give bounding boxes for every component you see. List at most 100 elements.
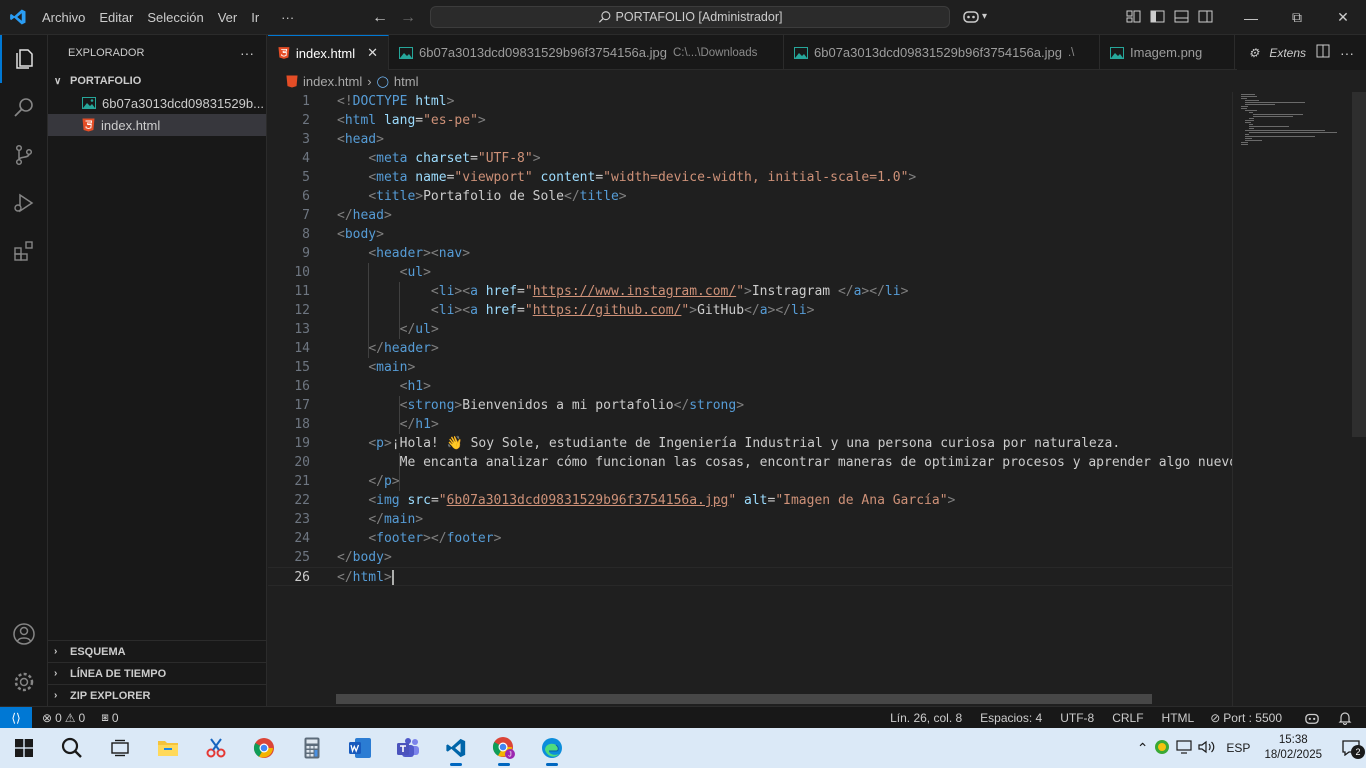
code-line[interactable]: 18 </h1> — [268, 415, 1232, 434]
restore-button[interactable]: ⧉ — [1274, 0, 1320, 35]
folder-portafolio[interactable]: ∨ PORTAFOLIO — [48, 70, 266, 92]
file-item-image[interactable]: 6b07a3013dcd09831529b... — [48, 92, 266, 114]
chrome-icon[interactable] — [240, 728, 288, 768]
tab-image-local[interactable]: 6b07a3013dcd09831529b96f3754156a.jpg .\ — [784, 35, 1100, 70]
toggle-secondary-sidebar-icon[interactable] — [1198, 9, 1213, 24]
section-esquema[interactable]: › ESQUEMA — [48, 640, 267, 662]
scrollbar-thumb[interactable] — [1352, 92, 1366, 437]
code-token[interactable]: 6b07a3013dcd09831529b96f3754156a.jpg — [447, 493, 729, 508]
more-actions-button[interactable]: ··· — [1340, 45, 1354, 61]
code-line[interactable]: 5 <meta name="viewport" content="width=d… — [268, 168, 1232, 187]
code-token[interactable]: https://github.com/ — [533, 303, 682, 318]
section-linea-de-tiempo[interactable]: › LÍNEA DE TIEMPO — [48, 662, 267, 684]
code-line[interactable]: 24 <footer></footer> — [268, 529, 1232, 548]
snipping-tool-icon[interactable] — [192, 728, 240, 768]
file-item-index-html[interactable]: index.html — [48, 114, 266, 136]
language-mode[interactable]: HTML — [1156, 711, 1201, 725]
split-editor-icon[interactable] — [1316, 44, 1330, 61]
taskbar-search-icon[interactable] — [48, 728, 96, 768]
customize-layout-icon[interactable] — [1126, 9, 1141, 24]
command-center-search[interactable]: PORTAFOLIO [Administrador] — [430, 6, 950, 28]
code-line[interactable]: 23 </main> — [268, 510, 1232, 529]
windows-start-icon[interactable] — [0, 728, 48, 768]
code-editor[interactable]: 1 <!DOCTYPE html> 2 <html lang="es-pe"> 3 <he… — [268, 92, 1232, 706]
search-icon[interactable] — [0, 83, 48, 131]
toggle-panel-icon[interactable] — [1174, 9, 1189, 24]
line-ending[interactable]: CRLF — [1106, 711, 1149, 725]
minimize-button[interactable]: — — [1228, 0, 1274, 35]
minimap[interactable] — [1232, 92, 1352, 706]
chevron-up-icon[interactable]: ⌃ — [1137, 740, 1149, 757]
teams-icon[interactable] — [384, 728, 432, 768]
forward-arrow-icon[interactable]: → — [400, 9, 416, 27]
vscode-logo-icon[interactable] — [0, 0, 35, 35]
code-line[interactable]: 13 </ul> — [268, 320, 1232, 339]
calculator-icon[interactable] — [288, 728, 336, 768]
file-explorer-icon[interactable] — [144, 728, 192, 768]
horizontal-scrollbar[interactable] — [336, 694, 1152, 704]
back-arrow-icon[interactable]: ← — [372, 9, 388, 27]
task-view-icon[interactable] — [96, 728, 144, 768]
code-token[interactable]: https://www.instagram.com/ — [533, 284, 737, 299]
tab-imagem-png[interactable]: Imagem.png — [1100, 35, 1235, 70]
vertical-scrollbar[interactable] — [1352, 92, 1366, 706]
menu-archivo[interactable]: Archivo — [35, 0, 92, 35]
menu-more-button[interactable]: ··· — [274, 0, 301, 35]
code-line[interactable]: 9 <header><nav> — [268, 244, 1232, 263]
code-line[interactable]: 2 <html lang="es-pe"> — [268, 111, 1232, 130]
breadcrumb-symbol[interactable]: html — [394, 74, 419, 89]
problems-indicator[interactable]: ⊗ 0 ⚠ 0 — [36, 711, 91, 725]
explorer-icon[interactable] — [0, 35, 48, 83]
close-window-button[interactable]: ✕ — [1320, 0, 1366, 35]
code-line[interactable]: 1 <!DOCTYPE html> — [268, 92, 1232, 111]
menu-ver[interactable]: Ver — [211, 0, 245, 35]
code-line[interactable]: 16 <h1> — [268, 377, 1232, 396]
copilot-button[interactable]: ▾ — [962, 8, 987, 24]
extensions-icon[interactable] — [0, 227, 48, 275]
live-server-port[interactable]: ⊘ Port : 5500 — [1204, 711, 1288, 725]
code-line[interactable]: 7 </head> — [268, 206, 1232, 225]
menu-ir[interactable]: Ir — [244, 0, 266, 35]
remote-indicator-icon[interactable]: ⟨⟩ — [0, 706, 32, 729]
tab-image-downloads[interactable]: 6b07a3013dcd09831529b96f3754156a.jpg C:\… — [389, 35, 784, 70]
notification-center-icon[interactable]: 2 — [1336, 736, 1366, 760]
edge-icon[interactable] — [528, 728, 576, 768]
menu-editar[interactable]: Editar — [92, 0, 140, 35]
extensions-tab-label[interactable]: Extens — [1269, 46, 1306, 60]
network-icon[interactable] — [1176, 739, 1193, 757]
code-line[interactable]: 12 <li><a href="https://github.com/">Git… — [268, 301, 1232, 320]
code-line[interactable]: 4 <meta charset="UTF-8"> — [268, 149, 1232, 168]
code-line[interactable]: 6 <title>Portafolio de Sole</title> — [268, 187, 1232, 206]
code-line[interactable]: 25 </body> — [268, 548, 1232, 567]
run-debug-icon[interactable] — [0, 179, 48, 227]
input-language[interactable]: ESP — [1226, 741, 1250, 755]
gear-icon[interactable] — [0, 658, 48, 706]
clock[interactable]: 15:38 18/02/2025 — [1256, 733, 1330, 763]
code-line[interactable]: 3 <head> — [268, 130, 1232, 149]
code-line[interactable]: 10 <ul> — [268, 263, 1232, 282]
code-line[interactable]: 19 <p>¡Hola! 👋 Soy Sole, estudiante de I… — [268, 434, 1232, 453]
toggle-primary-sidebar-icon[interactable] — [1150, 9, 1165, 24]
menu-seleccion[interactable]: Selección — [140, 0, 210, 35]
security-tray-icon[interactable] — [1154, 739, 1170, 758]
close-icon[interactable]: ✕ — [367, 45, 378, 61]
code-line[interactable]: 26 </html> — [268, 567, 1232, 586]
code-line[interactable]: 8 <body> — [268, 225, 1232, 244]
code-line[interactable]: 14 </header> — [268, 339, 1232, 358]
sidebar-more-button[interactable]: ··· — [240, 45, 254, 61]
encoding[interactable]: UTF-8 — [1054, 711, 1100, 725]
section-zip-explorer[interactable]: › ZIP EXPLORER — [48, 684, 267, 706]
code-line[interactable]: 11 <li><a href="https://www.instagram.co… — [268, 282, 1232, 301]
code-line[interactable]: 17 <strong>Bienvenidos a mi portafolio</… — [268, 396, 1232, 415]
word-icon[interactable] — [336, 728, 384, 768]
copilot-status-icon[interactable] — [1298, 711, 1326, 725]
notifications-bell-icon[interactable] — [1332, 711, 1358, 725]
source-control-icon[interactable] — [0, 131, 48, 179]
indentation[interactable]: Espacios: 4 — [974, 711, 1048, 725]
code-line[interactable]: 22 <img src="6b07a3013dcd09831529b96f375… — [268, 491, 1232, 510]
breadcrumb-file[interactable]: index.html — [303, 74, 362, 89]
cursor-position[interactable]: Lín. 26, col. 8 — [884, 711, 968, 725]
code-line[interactable]: 15 <main> — [268, 358, 1232, 377]
code-line[interactable]: 20 Me encanta analizar cómo funcionan la… — [268, 453, 1232, 472]
accounts-icon[interactable] — [0, 610, 48, 658]
